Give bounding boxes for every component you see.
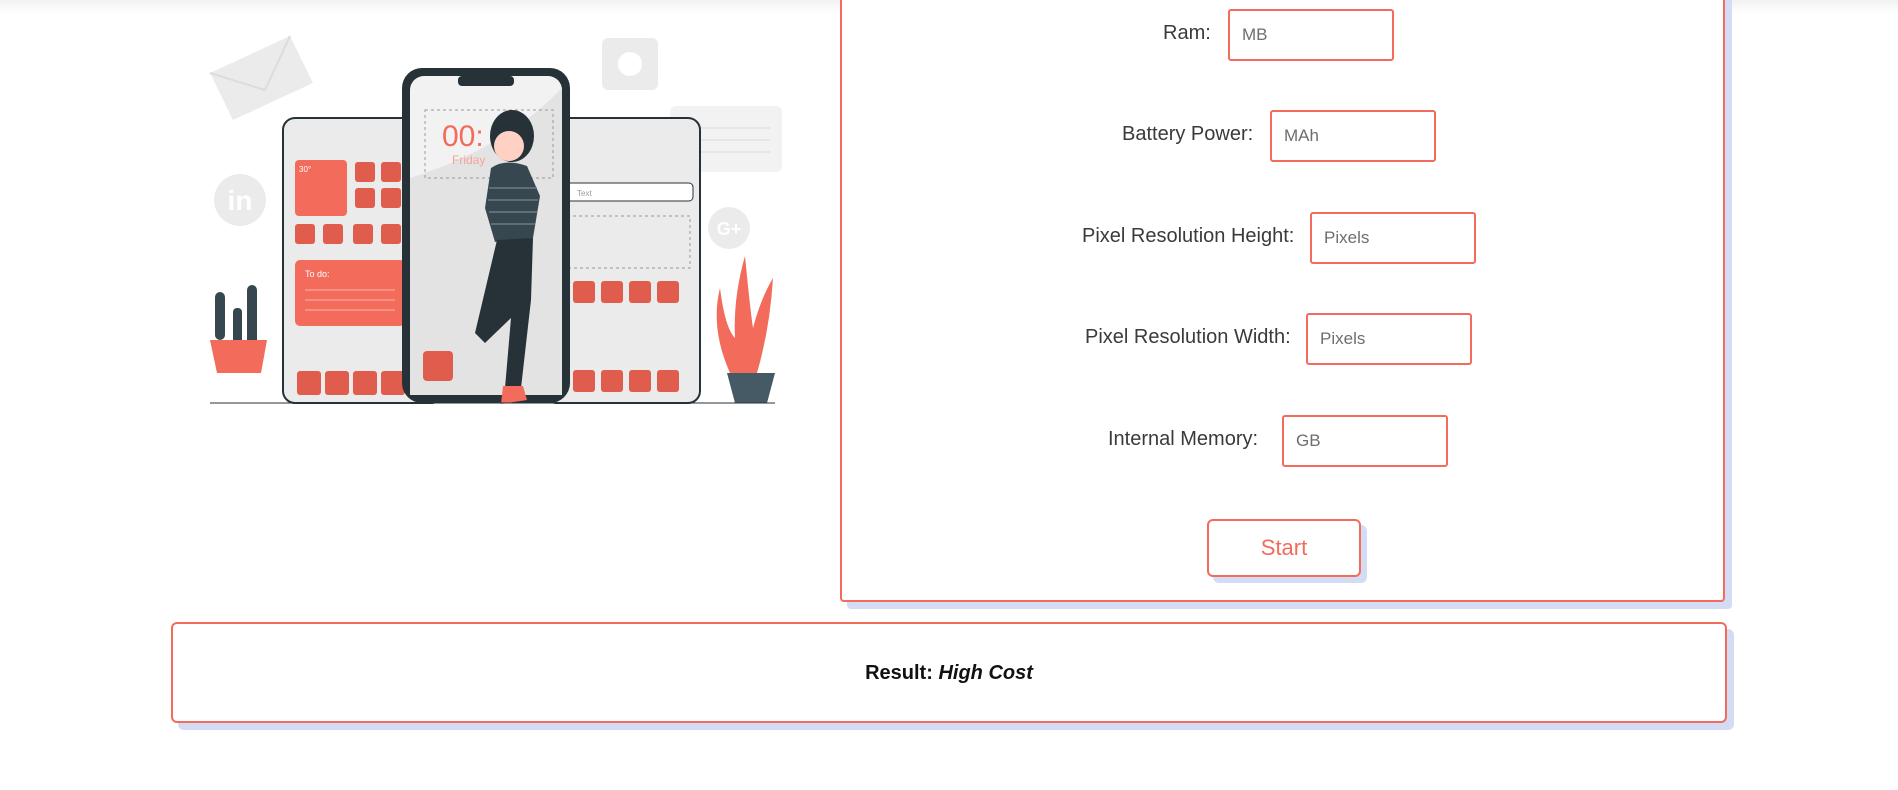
linkedin-icon: in — [214, 174, 266, 226]
search-text: Text — [577, 189, 592, 198]
pixel-width-label: Pixel Resolution Width: — [1085, 326, 1291, 348]
internal-memory-row: Internal Memory: — [842, 415, 1723, 467]
pixel-width-row: Pixel Resolution Width: — [842, 313, 1723, 365]
pixel-height-input[interactable] — [1310, 212, 1476, 264]
ram-label: Ram: — [1163, 22, 1211, 44]
front-phone: 00: Friday — [402, 68, 570, 403]
svg-text:in: in — [228, 185, 253, 216]
cactus-plant — [210, 285, 267, 373]
ram-input[interactable] — [1228, 9, 1394, 61]
result-label: Result: — [865, 662, 933, 684]
google-plus-icon: G+ — [708, 207, 750, 249]
battery-power-input[interactable] — [1270, 110, 1436, 162]
prediction-form: Ram: Battery Power: Pixel Resolution Hei… — [840, 0, 1725, 602]
phone-app-icon — [423, 351, 453, 381]
envelope-icon — [209, 35, 313, 120]
pixel-height-label: Pixel Resolution Height: — [1082, 225, 1295, 247]
day-text: Friday — [452, 153, 485, 167]
internal-memory-input[interactable] — [1282, 415, 1448, 467]
red-plant — [716, 256, 775, 403]
result-value: High Cost — [938, 662, 1033, 684]
phone-bubble-icon — [602, 38, 658, 90]
weather-text: 30° — [299, 165, 311, 174]
phone-illustration: in G+ 30° To do: Text 00: Friday — [209, 35, 782, 404]
battery-power-row: Battery Power: — [842, 110, 1723, 162]
pixel-height-row: Pixel Resolution Height: — [842, 212, 1723, 264]
result-line: Result: High Cost — [173, 662, 1725, 685]
internal-memory-label: Internal Memory: — [1108, 428, 1259, 450]
clock-text: 00: — [442, 120, 484, 153]
ram-row: Ram: — [842, 9, 1723, 61]
battery-power-label: Battery Power: — [1122, 123, 1254, 145]
pixel-width-input[interactable] — [1306, 313, 1472, 365]
start-button[interactable]: Start — [1207, 519, 1361, 577]
svg-text:G+: G+ — [717, 219, 742, 239]
result-card: Result: High Cost — [171, 622, 1727, 723]
todo-text: To do: — [305, 269, 330, 279]
